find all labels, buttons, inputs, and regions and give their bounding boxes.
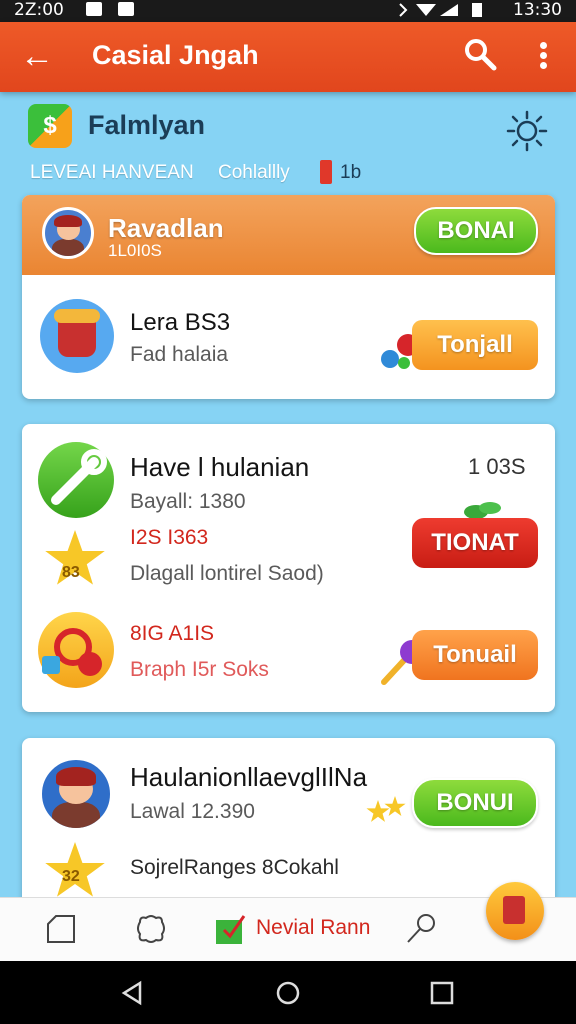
item-title: Lera BS3 — [130, 309, 231, 336]
key-icon[interactable] — [404, 912, 438, 946]
wrench-icon — [38, 442, 114, 518]
back-arrow-icon[interactable]: ← — [20, 36, 54, 76]
sparkle-icon — [384, 796, 406, 817]
tab-level[interactable]: LEVEAI HANVEAN — [30, 162, 194, 184]
tab-count[interactable]: 1b — [340, 162, 361, 184]
item-subtitle: Fad halaia — [130, 343, 229, 366]
player-card: HaulanionllaevglIlNa Lawal 12.390 BONUI … — [22, 738, 555, 913]
player-level: Lawal 12.390 — [130, 800, 255, 823]
signal-wifi-battery-icon — [399, 3, 482, 17]
tocuail-button[interactable]: Tonuail — [412, 630, 538, 680]
app-title: Casial Jngah — [92, 40, 259, 70]
search-icon[interactable] — [462, 36, 498, 72]
bonus-button[interactable]: BONAI — [414, 207, 538, 255]
rewards-card: Ravadlan 1L0I0S BONAI Lera BS3 Fad halai… — [22, 195, 555, 399]
check-box-icon[interactable] — [214, 912, 248, 946]
star-label: 32 — [62, 868, 80, 885]
app-notification-icon — [118, 2, 134, 16]
task-title: Have l hulanian — [130, 452, 310, 482]
app-bar: ← Casial Jngah — [0, 22, 576, 92]
lock-puzzle-icon — [38, 612, 114, 688]
player-score: 1L0I0S — [108, 241, 162, 260]
flag-icon — [320, 160, 332, 184]
profile-name: Falmlyan — [88, 110, 206, 140]
notification-icon — [86, 2, 102, 16]
settings-sun-icon[interactable] — [506, 110, 548, 152]
task-code: I2S I363 — [130, 526, 209, 549]
avatar[interactable] — [42, 207, 94, 259]
card-header: Ravadlan 1L0I0S BONAI — [22, 195, 555, 275]
status-clock: 13:30 — [513, 0, 562, 20]
reward-code: 8IG A1IS — [130, 622, 215, 645]
status-bar: 2Z:00 13:30 — [0, 0, 576, 22]
recents-square-icon[interactable] — [428, 979, 456, 1007]
bonus-button-2[interactable]: BONUI — [412, 778, 538, 828]
home-circle-icon[interactable] — [274, 979, 302, 1007]
tasks-card: Have l hulanian 1 03S Bayall: 1380 I2S I… — [22, 424, 555, 712]
nav-active-label[interactable]: Nevial Rann — [256, 916, 370, 940]
status-time: 2Z:00 — [14, 0, 64, 20]
ranges-text: SojrelRanges 8Cokahl — [130, 856, 339, 879]
popcorn-bucket-icon — [40, 299, 114, 373]
profile-logo: $ — [28, 104, 72, 148]
system-navigation-bar — [0, 961, 576, 1024]
puzzle-icon[interactable] — [134, 912, 168, 946]
task-description: Dlagall lontirel Saod) — [130, 562, 324, 585]
inbox-icon[interactable] — [44, 912, 78, 946]
player-title: HaulanionllaevglIlNa — [130, 762, 368, 792]
sparkle-icon — [366, 800, 390, 822]
player-name: Ravadlan — [108, 213, 224, 243]
back-triangle-icon[interactable] — [118, 979, 146, 1007]
more-options-icon[interactable] — [530, 40, 558, 72]
task-balance: Bayall: 1380 — [130, 490, 246, 513]
shop-bag-icon — [503, 896, 525, 924]
total-button[interactable]: Tonjall — [412, 320, 538, 370]
player-avatar[interactable] — [38, 756, 114, 832]
task-meta: 1 03S — [468, 454, 526, 479]
star-label: 83 — [62, 564, 80, 581]
shop-fab[interactable] — [486, 882, 544, 940]
tionat-button[interactable]: TIONAT — [412, 518, 538, 568]
reward-description: Braph I5r Soks — [130, 658, 269, 681]
tab-community[interactable]: Cohlallly — [218, 162, 290, 184]
